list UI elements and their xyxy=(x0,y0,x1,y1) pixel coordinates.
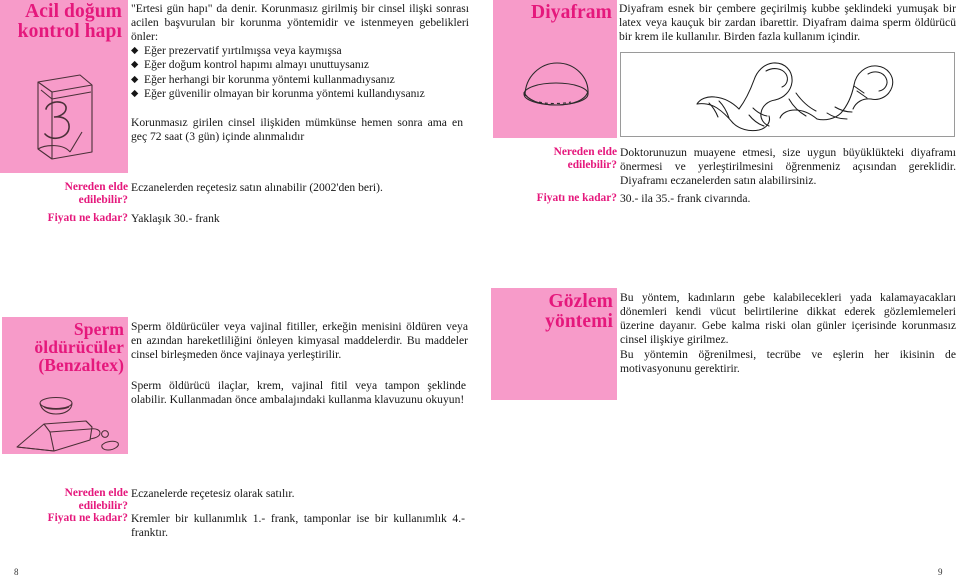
list-item: ◆ Eğer herhangi bir korunma yöntemi kulla… xyxy=(131,73,471,87)
emergency-pill-where-label: Nereden elde edilebilir? xyxy=(64,181,128,207)
emergency-pill-price-label: Fiyatı ne kadar? xyxy=(47,212,128,224)
diaphragm-insertion-illustration xyxy=(620,52,955,137)
diaphragm-price-value: 30.- ila 35.- frank civarında. xyxy=(620,192,751,205)
list-item: ◆ Eğer prezervatif yırtılmışsa veya kaymı… xyxy=(131,44,471,58)
spermicides-paragraph-1: Sperm öldürücüler veya vajinal fitiller,… xyxy=(131,320,468,362)
spermicides-price-label: Fiyatı ne kadar? xyxy=(47,512,128,524)
diamond-bullet-icon: ◆ xyxy=(131,88,139,99)
list-item: ◆ Eğer güvenilir olmayan bir korunma yönt… xyxy=(131,87,471,101)
panel-emergency-pill: Acil doğum kontrol hapı xyxy=(0,0,128,173)
spermicides-price-value: Kremler bir kullanımlık 1.- frank, tampo… xyxy=(131,512,465,540)
spermicides-where-value: Eczanelerde reçetesiz olarak satılır. xyxy=(131,487,295,500)
diamond-bullet-icon: ◆ xyxy=(131,46,139,56)
diamond-bullet-icon: ◆ xyxy=(131,60,139,71)
emergency-pill-timing-note: Korunmasız girilen cinsel ilişkiden mümk… xyxy=(131,116,463,144)
spermicide-tube-icon xyxy=(14,395,122,453)
diaphragm-where-label: Nereden elde edilebilir? xyxy=(553,146,617,172)
observation-method-paragraph-2: Bu yöntemin öğrenilmesi, tecrübe ve eşle… xyxy=(620,347,956,375)
list-item: ◆ Eğer doğum kontrol hapımı almayı unuttu… xyxy=(131,58,471,72)
observation-method-paragraph-1: Bu yöntem, kadınların gebe kalabilecekle… xyxy=(620,291,956,347)
spermicides-paragraph-2: Sperm öldürücü ilaçlar, krem, vajinal fi… xyxy=(131,379,466,407)
panel-title-spermicides: Sperm öldürücüler (Benzaltex) xyxy=(34,319,124,375)
panel-spermicides: Sperm öldürücüler (Benzaltex) xyxy=(2,317,128,454)
pill-box-3-icon xyxy=(30,66,98,162)
spermicides-where-label: Nereden elde edilebilir? xyxy=(64,487,128,513)
panel-diaphragm: Diyafram xyxy=(493,0,617,138)
list-item-label: Eğer herhangi bir korunma yöntemi kullan… xyxy=(144,72,395,86)
panel-title-diaphragm: Diyafram xyxy=(531,2,612,23)
list-item-label: Eğer doğum kontrol hapımı almayı unuttuy… xyxy=(144,58,370,72)
brochure-page: Acil doğum kontrol hapı "Ertesi gün hapı… xyxy=(0,0,960,587)
observation-method-text: Bu yöntem, kadınların gebe kalabilecekle… xyxy=(620,291,956,376)
emergency-pill-where-value: Eczanelerden reçetesiz satın alınabilir … xyxy=(131,181,383,194)
emergency-pill-bullet-list: ◆ Eğer prezervatif yırtılmışsa veya kaymı… xyxy=(131,44,471,101)
list-item-label: Eğer güvenilir olmayan bir korunma yönte… xyxy=(144,86,425,100)
diaphragm-intro: Diyafram esnek bir çembere geçirilmiş ku… xyxy=(619,2,956,44)
panel-title-observation-method: Gözlem yöntemi xyxy=(545,291,613,332)
emergency-pill-price-value: Yaklaşık 30.- frank xyxy=(131,212,220,225)
page-number-right: 9 xyxy=(938,567,943,577)
diaphragm-where-value: Doktorunuzun muayene etmesi, size uygun … xyxy=(620,146,956,188)
page-number-left: 8 xyxy=(14,567,19,577)
emergency-pill-intro: "Ertesi gün hapı" da denir. Korunmasız g… xyxy=(131,2,469,44)
panel-observation-method: Gözlem yöntemi xyxy=(491,288,617,400)
list-item-label: Eğer prezervatif yırtılmışsa veya kaymış… xyxy=(144,44,342,57)
diaphragm-dome-icon xyxy=(515,58,597,110)
diamond-bullet-icon: ◆ xyxy=(131,74,139,85)
diaphragm-price-label: Fiyatı ne kadar? xyxy=(536,192,617,204)
panel-title-emergency-pill: Acil doğum kontrol hapı xyxy=(17,1,122,42)
